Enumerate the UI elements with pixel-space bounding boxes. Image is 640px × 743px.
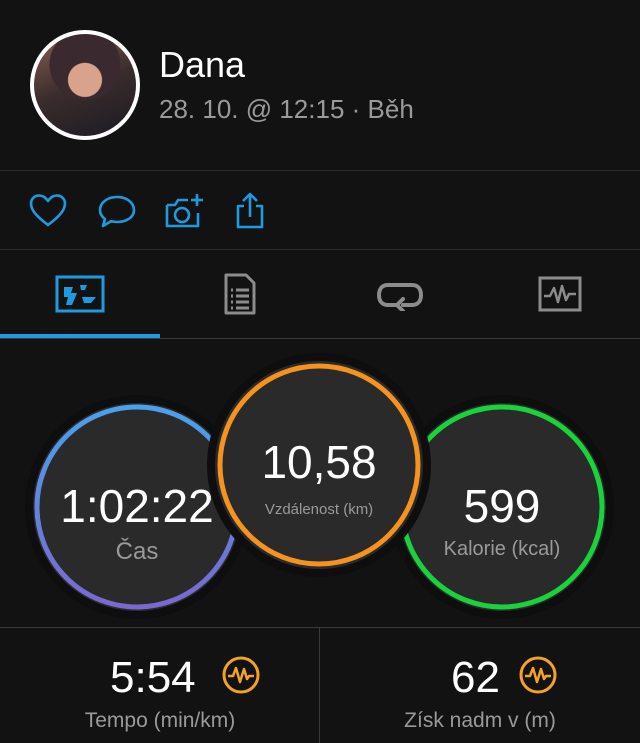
metrics-row: 5:54 Tempo (min/km) 62 Získ nadm v (m) [0, 627, 640, 743]
share-button[interactable] [228, 189, 272, 233]
comment-button[interactable] [95, 189, 139, 233]
tab-bar [0, 250, 640, 338]
map-stats-icon [55, 275, 105, 313]
document-list-icon [224, 273, 256, 315]
distance-value: 10,58 [261, 436, 377, 488]
comment-icon [98, 195, 136, 228]
action-bar [0, 171, 640, 249]
avatar[interactable] [30, 30, 140, 140]
elevation-metric[interactable]: 62 Získ nadm v (m) [320, 627, 640, 743]
elevation-value: 62 [451, 653, 500, 702]
time-label: Čas [115, 538, 159, 565]
heart-icon [29, 194, 67, 227]
pace-metric[interactable]: 5:54 Tempo (min/km) [0, 627, 320, 743]
tab-overview[interactable] [0, 250, 160, 338]
share-icon [236, 192, 264, 229]
activity-meta: 28. 10. @ 12:15 · Běh [159, 94, 414, 124]
time-value: 1:02:22 [60, 480, 214, 532]
stats-panel: 1:02:22 Čas 10,58 Vzdálenost (km) 599 Ka… [0, 339, 640, 627]
pace-label: Tempo (min/km) [84, 709, 236, 732]
activity-header: Dana 28. 10. @ 12:15 · Běh [0, 0, 640, 170]
tab-details[interactable] [160, 250, 320, 338]
elevation-label: Získ nadm v (m) [404, 709, 556, 732]
camera-plus-icon [165, 194, 203, 228]
graph-chart-icon [538, 276, 582, 312]
distance-label: Vzdálenost (km) [264, 501, 374, 518]
pace-value: 5:54 [110, 653, 196, 702]
tab-charts[interactable] [480, 250, 640, 338]
repeat-laps-icon [376, 283, 424, 311]
tab-laps[interactable] [320, 250, 480, 338]
add-photo-button[interactable] [162, 189, 206, 233]
like-button[interactable] [26, 189, 70, 233]
calories-label: Kalorie (kcal) [443, 538, 561, 560]
avatar-photo [34, 34, 136, 136]
calories-value: 599 [463, 480, 541, 532]
heart-rate-icon[interactable] [518, 655, 558, 695]
heart-rate-icon[interactable] [221, 655, 261, 695]
user-name[interactable]: Dana [159, 44, 245, 86]
